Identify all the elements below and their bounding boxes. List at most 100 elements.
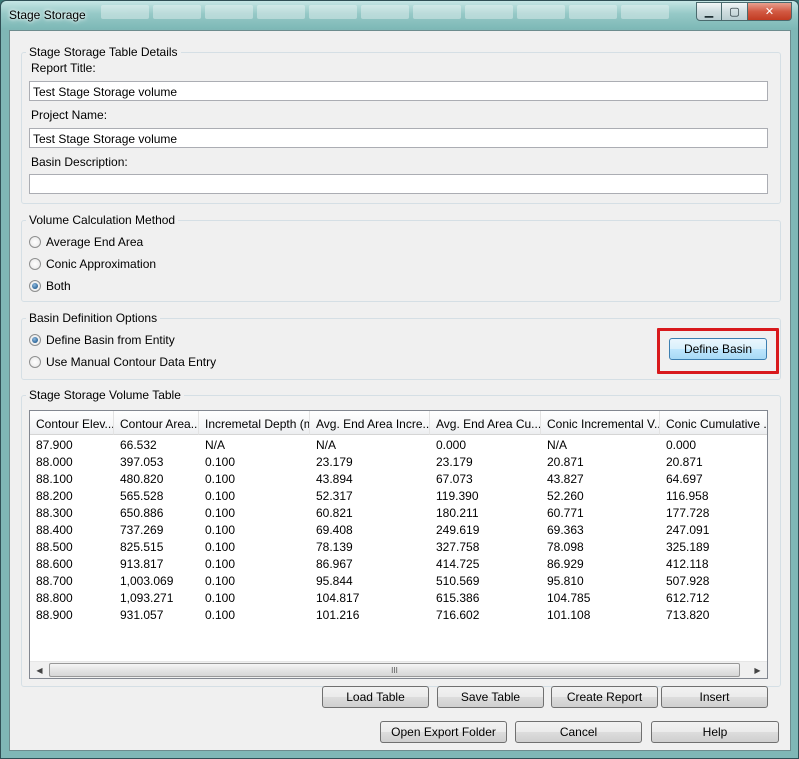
table-cell: 101.108 bbox=[547, 608, 591, 622]
define-basin-button[interactable]: Define Basin bbox=[669, 338, 767, 360]
table-cell: 88.100 bbox=[36, 472, 73, 486]
table-cell: 1,093.271 bbox=[120, 591, 174, 605]
table-cell: 60.821 bbox=[316, 506, 353, 520]
table-cell: 60.771 bbox=[547, 506, 584, 520]
report-title-input[interactable]: Test Stage Storage volume bbox=[29, 81, 768, 101]
table-row[interactable]: 88.400 737.269 0.100 69.408 249.619 69.363 247… bbox=[30, 522, 767, 539]
radio-label: Define Basin from Entity bbox=[46, 333, 175, 347]
basin-description-input[interactable] bbox=[29, 174, 768, 194]
table-cell: 43.827 bbox=[547, 472, 584, 486]
table-cell: 52.317 bbox=[316, 489, 353, 503]
table-cell: 87.900 bbox=[36, 438, 73, 452]
save-table-button[interactable]: Save Table bbox=[437, 686, 544, 708]
load-table-button[interactable]: Load Table bbox=[322, 686, 429, 708]
table-row[interactable]: 88.700 1,003.069 0.100 95.844 510.569 95.810 5… bbox=[30, 573, 767, 590]
table-cell: 0.100 bbox=[205, 591, 236, 605]
table-cell: 0.000 bbox=[666, 438, 697, 452]
table-row[interactable]: 88.000 397.053 0.100 23.179 23.179 20.871 20.8… bbox=[30, 454, 767, 471]
table-cell: 713.820 bbox=[666, 608, 710, 622]
radio-manual-contour-entry[interactable]: Use Manual Contour Data Entry bbox=[29, 355, 216, 369]
table-cell: 104.817 bbox=[316, 591, 360, 605]
table-cell: 0.100 bbox=[205, 523, 236, 537]
column-header[interactable]: Contour Elev... bbox=[30, 411, 114, 435]
horizontal-scrollbar[interactable]: ◀ III ▶ bbox=[30, 661, 767, 678]
project-name-input[interactable]: Test Stage Storage volume bbox=[29, 128, 768, 148]
table-row[interactable]: 88.300 650.886 0.100 60.821 180.211 60.771 177… bbox=[30, 505, 767, 522]
table-cell: 104.785 bbox=[547, 591, 591, 605]
minimize-button[interactable]: ▁ bbox=[696, 2, 722, 21]
column-header[interactable]: Avg. End Area Cu... bbox=[430, 411, 541, 435]
column-header[interactable]: Conic Cumulative ... bbox=[660, 411, 767, 435]
table-cell: 88.600 bbox=[36, 557, 73, 571]
table-cell: 88.400 bbox=[36, 523, 73, 537]
column-header[interactable]: Incremetal Depth (m) bbox=[199, 411, 310, 435]
table-row[interactable]: 88.100 480.820 0.100 43.894 67.073 43.827 64.6… bbox=[30, 471, 767, 488]
scroll-grip-icon: III bbox=[391, 665, 398, 675]
title-bar[interactable]: Stage Storage ▁ ▢ ✕ bbox=[1, 1, 798, 29]
radio-define-basin-from-entity[interactable]: Define Basin from Entity bbox=[29, 333, 175, 347]
table-row[interactable]: 88.500 825.515 0.100 78.139 327.758 78.098 325… bbox=[30, 539, 767, 556]
volume-table-grid[interactable]: Contour Elev... Contour Area... Incremet… bbox=[29, 410, 768, 679]
radio-label: Use Manual Contour Data Entry bbox=[46, 355, 217, 369]
radio-label: Both bbox=[46, 279, 71, 293]
caption-buttons: ▁ ▢ ✕ bbox=[696, 2, 792, 21]
table-cell: N/A bbox=[316, 438, 337, 452]
table-cell: 88.800 bbox=[36, 591, 73, 605]
close-button[interactable]: ✕ bbox=[748, 2, 792, 21]
scroll-right-icon[interactable]: ▶ bbox=[749, 662, 766, 678]
radio-button bbox=[29, 258, 41, 270]
table-cell: 412.118 bbox=[666, 557, 709, 571]
table-cell: 67.073 bbox=[436, 472, 473, 486]
table-cell: 88.500 bbox=[36, 540, 73, 554]
create-report-button[interactable]: Create Report bbox=[551, 686, 658, 708]
table-cell: 95.810 bbox=[547, 574, 584, 588]
table-row[interactable]: 88.200 565.528 0.100 52.317 119.390 52.260 116… bbox=[30, 488, 767, 505]
table-row[interactable]: 88.800 1,093.271 0.100 104.817 615.386 104.78… bbox=[30, 590, 767, 607]
table-row[interactable]: 87.900 66.532 N/A N/A 0.000 N/A 0.000 bbox=[30, 437, 767, 454]
radio-conic-approximation[interactable]: Conic Approximation bbox=[29, 257, 156, 271]
maximize-icon: ▢ bbox=[729, 6, 740, 18]
table-cell: 119.390 bbox=[436, 489, 479, 503]
project-name-label: Project Name: bbox=[31, 108, 108, 122]
column-header[interactable]: Avg. End Area Incre... bbox=[310, 411, 430, 435]
table-cell: 86.929 bbox=[547, 557, 584, 571]
table-cell: 0.100 bbox=[205, 489, 236, 503]
scroll-left-icon[interactable]: ◀ bbox=[31, 662, 48, 678]
column-header[interactable]: Contour Area... bbox=[114, 411, 199, 435]
table-cell: 116.958 bbox=[666, 489, 709, 503]
report-title-label: Report Title: bbox=[31, 61, 96, 75]
table-cell: 0.100 bbox=[205, 455, 236, 469]
table-cell: 52.260 bbox=[547, 489, 584, 503]
radio-button-selected bbox=[29, 334, 41, 346]
table-cell: 247.091 bbox=[666, 523, 710, 537]
table-cell: 913.817 bbox=[120, 557, 164, 571]
table-cell: 23.179 bbox=[436, 455, 473, 469]
table-cell: 1,003.069 bbox=[120, 574, 174, 588]
cancel-button[interactable]: Cancel bbox=[515, 721, 642, 743]
radio-button bbox=[29, 236, 41, 248]
table-row[interactable]: 88.900 931.057 0.100 101.216 716.602 101.108 7… bbox=[30, 607, 767, 624]
close-icon: ✕ bbox=[764, 6, 775, 18]
radio-both[interactable]: Both bbox=[29, 279, 71, 293]
table-cell: 716.602 bbox=[436, 608, 480, 622]
maximize-button[interactable]: ▢ bbox=[722, 2, 748, 21]
basin-options-group-title: Basin Definition Options bbox=[26, 311, 161, 325]
table-cell: 327.758 bbox=[436, 540, 480, 554]
scroll-thumb[interactable]: III bbox=[49, 663, 740, 677]
column-header[interactable]: Conic Incremental V... bbox=[541, 411, 660, 435]
basin-description-label: Basin Description: bbox=[31, 155, 128, 169]
table-cell: 69.363 bbox=[547, 523, 584, 537]
table-cell: 20.871 bbox=[666, 455, 703, 469]
volume-table-group-title: Stage Storage Volume Table bbox=[26, 388, 184, 402]
radio-average-end-area[interactable]: Average End Area bbox=[29, 235, 143, 249]
table-cell: 23.179 bbox=[316, 455, 353, 469]
table-cell: 43.894 bbox=[316, 472, 353, 486]
insert-button[interactable]: Insert bbox=[661, 686, 768, 708]
table-cell: 249.619 bbox=[436, 523, 480, 537]
open-export-folder-button[interactable]: Open Export Folder bbox=[380, 721, 507, 743]
table-cell: 650.886 bbox=[120, 506, 164, 520]
table-cell: 20.871 bbox=[547, 455, 584, 469]
background-ribbon-ghost bbox=[101, 5, 669, 19]
table-row[interactable]: 88.600 913.817 0.100 86.967 414.725 86.929 412… bbox=[30, 556, 767, 573]
help-button[interactable]: Help bbox=[651, 721, 779, 743]
